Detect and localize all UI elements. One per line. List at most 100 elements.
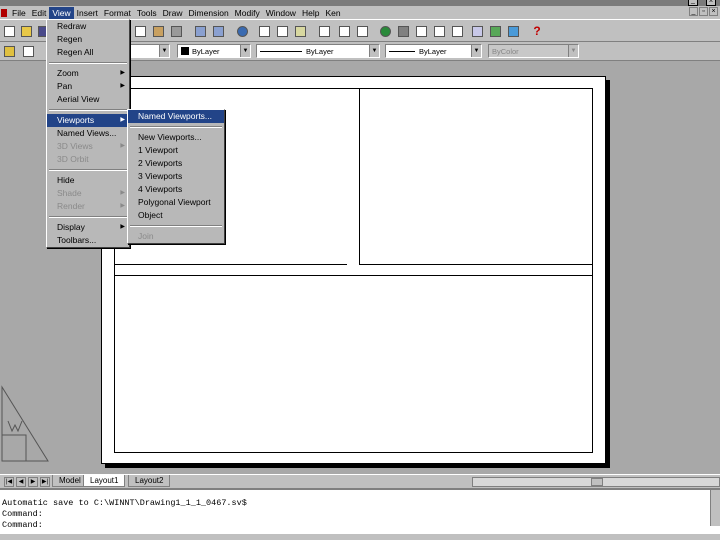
viewports-menu-item-named-viewports[interactable]: Named Viewports... <box>128 110 224 123</box>
menu-item-label: 1 Viewport <box>138 145 179 155</box>
undo-icon[interactable] <box>192 23 208 39</box>
viewport-divider <box>359 264 593 265</box>
properties-icon[interactable] <box>395 23 411 39</box>
view-menu-item-redraw[interactable]: Redraw <box>47 20 129 33</box>
view-menu-item-regen-all[interactable]: Regen All <box>47 46 129 59</box>
doc-close-button[interactable]: × <box>709 7 718 16</box>
doc-restore-button[interactable]: ▫ <box>699 7 708 16</box>
pan-icon[interactable] <box>316 23 332 39</box>
new-file-icon[interactable] <box>1 23 17 39</box>
menu-item-label: Shade <box>57 188 82 198</box>
menu-item-label: 3D Orbit <box>57 154 89 164</box>
menu-window[interactable]: Window <box>263 7 299 19</box>
last-tab-icon[interactable]: ▶| <box>40 477 50 487</box>
view-menu-item-pan[interactable]: Pan ▶ <box>47 80 129 93</box>
layer-previous-icon[interactable] <box>20 43 36 59</box>
menu-item-label: Pan <box>57 81 73 91</box>
tab-layout1[interactable]: Layout1 <box>83 475 126 487</box>
menu-edit[interactable]: Edit <box>29 7 50 19</box>
match-properties-icon[interactable] <box>168 23 184 39</box>
command-history-line: Command: <box>2 509 43 519</box>
menu-item-label: 2 Viewports <box>138 158 183 168</box>
view-menu-item-3d-views: 3D Views ▶ <box>47 140 129 153</box>
scrollbar-thumb[interactable] <box>591 478 603 486</box>
menu-file[interactable]: File <box>9 7 29 19</box>
menu-item-label: Aerial View <box>57 94 100 104</box>
menu-tools[interactable]: Tools <box>134 7 160 19</box>
tool-palettes-icon[interactable] <box>431 23 447 39</box>
viewports-menu-item-4-viewports[interactable]: 4 Viewports <box>128 183 224 196</box>
hyperlink-icon[interactable] <box>234 23 250 39</box>
copy-icon[interactable] <box>132 23 148 39</box>
doc-minimize-button[interactable]: _ <box>689 7 698 16</box>
lineweight-value: ByLayer <box>419 46 447 56</box>
color-dropdown[interactable]: ByLayer ▼ <box>177 44 251 58</box>
next-tab-icon[interactable]: ▶ <box>28 477 38 487</box>
linetype-value: ByLayer <box>306 46 334 56</box>
color-swatch <box>181 47 189 55</box>
menu-ken[interactable]: Ken <box>322 7 343 19</box>
menu-draw[interactable]: Draw <box>160 7 186 19</box>
view-menu-item-named-views[interactable]: Named Views... <box>47 127 129 140</box>
snap-from-icon[interactable] <box>256 23 272 39</box>
zoom-icon[interactable] <box>336 23 352 39</box>
submenu-arrow-icon: ▶ <box>120 203 125 209</box>
submenu-arrow-icon: ▶ <box>120 224 125 230</box>
open-folder-icon[interactable] <box>18 23 34 39</box>
aerial-view-icon[interactable] <box>377 23 393 39</box>
inquiry-icon[interactable] <box>292 23 308 39</box>
app-icon[interactable] <box>1 8 7 17</box>
layer-dropdown[interactable]: ▼ <box>130 44 170 58</box>
menu-view[interactable]: View <box>49 6 74 19</box>
calculator-icon[interactable] <box>505 23 521 39</box>
view-menu-item-viewports[interactable]: Viewports ▶ <box>47 114 129 127</box>
command-scrollbar[interactable] <box>710 490 720 526</box>
viewports-menu-item-new-viewports[interactable]: New Viewports... <box>128 131 224 144</box>
menu-modify[interactable]: Modify <box>232 7 263 19</box>
menu-insert[interactable]: Insert <box>74 7 101 19</box>
plotstyle-dropdown[interactable]: ByColor ▼ <box>488 44 579 58</box>
view-menu-item-hide[interactable]: Hide <box>47 174 129 187</box>
view-menu-item-zoom[interactable]: Zoom ▶ <box>47 67 129 80</box>
menu-item-label: Polygonal Viewport <box>138 197 211 207</box>
redo-icon[interactable] <box>210 23 226 39</box>
layer-manager-icon[interactable] <box>449 23 465 39</box>
viewport-divider <box>114 275 593 276</box>
lineweight-dropdown[interactable]: ByLayer ▼ <box>385 44 482 58</box>
check-icon[interactable] <box>487 23 503 39</box>
view-menu-item-aerial-view[interactable]: Aerial View <box>47 93 129 106</box>
menu-dimension[interactable]: Dimension <box>186 7 232 19</box>
menu-format[interactable]: Format <box>101 7 134 19</box>
paste-icon[interactable] <box>150 23 166 39</box>
viewports-menu-item-polygonal-viewport[interactable]: Polygonal Viewport <box>128 196 224 209</box>
viewport-border <box>114 452 593 453</box>
linetype-dropdown[interactable]: ByLayer ▼ <box>256 44 380 58</box>
view-menu-item-display[interactable]: Display ▶ <box>47 221 129 234</box>
view-menu-item-regen[interactable]: Regen <box>47 33 129 46</box>
view-menu-item-render: Render ▶ <box>47 200 129 213</box>
prev-tab-icon[interactable]: ◀ <box>16 477 26 487</box>
zoom-previous-icon[interactable] <box>354 23 370 39</box>
first-tab-icon[interactable]: |◀ <box>4 477 14 487</box>
color-value: ByLayer <box>192 46 220 56</box>
command-window[interactable]: Automatic save to C:\WINNT\Drawing1_1_1_… <box>0 488 720 540</box>
menu-separator <box>49 62 127 64</box>
layers-icon[interactable] <box>1 43 17 59</box>
viewports-menu-item-2-viewports[interactable]: 2 Viewports <box>128 157 224 170</box>
horizontal-scrollbar[interactable] <box>472 477 720 487</box>
viewports-menu-item-3-viewports[interactable]: 3 Viewports <box>128 170 224 183</box>
design-center-icon[interactable] <box>413 23 429 39</box>
chevron-down-icon: ▼ <box>369 45 379 57</box>
ucs-icon[interactable] <box>274 23 290 39</box>
help-icon[interactable]: ? <box>529 23 545 39</box>
viewport-border <box>114 88 593 89</box>
menu-item-label: Join <box>138 231 154 241</box>
view-menu-item-toolbars[interactable]: Toolbars... <box>47 234 129 247</box>
submenu-arrow-icon: ▶ <box>120 117 125 123</box>
viewports-menu-item-1-viewport[interactable]: 1 Viewport <box>128 144 224 157</box>
command-prompt[interactable]: Command: <box>2 520 43 531</box>
menu-help[interactable]: Help <box>299 7 322 19</box>
viewports-menu-item-object[interactable]: Object <box>128 209 224 222</box>
make-object-layer-icon[interactable] <box>469 23 485 39</box>
tab-layout2[interactable]: Layout2 <box>128 475 171 487</box>
